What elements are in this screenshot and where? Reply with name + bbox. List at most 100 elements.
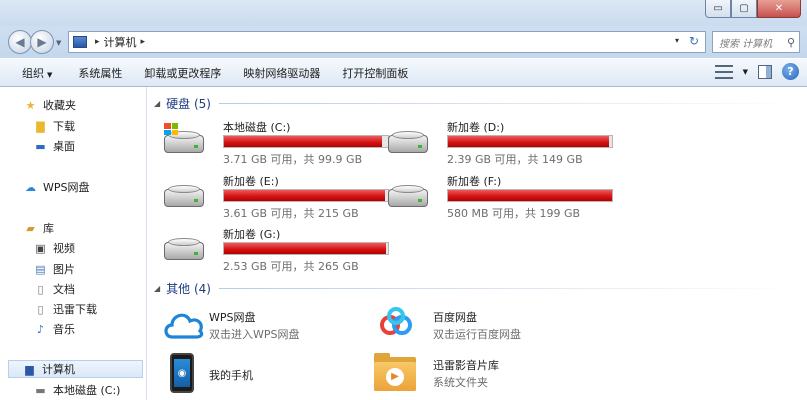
drive-usage-bar	[447, 189, 613, 202]
search-placeholder: 搜索 计算机	[719, 38, 773, 50]
caret-down-icon: ▼	[47, 70, 53, 79]
sidebar-item-wps[interactable]: ☁ WPS网盘	[24, 179, 90, 195]
drive-item[interactable]: 新加卷 (D:) 2.39 GB 可用，共 149 GB	[386, 119, 613, 166]
sidebar-item-local-disk-c[interactable]: ▬ 本地磁盘 (C:)	[34, 382, 120, 398]
sidebar-item-computer[interactable]: ▆ 计算机	[8, 360, 143, 378]
sidebar-item-libraries[interactable]: ▰ 库	[24, 220, 54, 236]
search-input[interactable]: 搜索 计算机 ⚲	[712, 31, 800, 53]
sidebar-item-documents[interactable]: ▯ 文档	[34, 281, 75, 297]
change-view-icon[interactable]	[714, 64, 733, 79]
star-icon: ★	[25, 98, 36, 112]
drive-usage-bar	[223, 189, 389, 202]
refresh-icon[interactable]: ↻	[689, 34, 699, 48]
breadcrumb-arrow[interactable]: ▸	[95, 37, 100, 47]
drive-name: 新加卷 (G:)	[223, 228, 281, 241]
drive-usage-fill	[224, 190, 386, 201]
sidebar-item-label: 收藏夹	[43, 99, 76, 112]
sidebar-item-label: 文档	[53, 283, 75, 296]
search-icon[interactable]: ⚲	[787, 36, 795, 49]
document-icon: ▯	[37, 302, 44, 316]
close-button[interactable]: ✕	[757, 0, 801, 18]
system-properties-button[interactable]: 系统属性	[78, 65, 130, 81]
breadcrumb-arrow[interactable]: ▸	[141, 37, 146, 47]
drive-item[interactable]: 新加卷 (F:) 580 MB 可用，共 199 GB	[386, 173, 613, 220]
picture-icon: ▤	[35, 262, 46, 276]
group-header-drives[interactable]: ◢ 硬盘 (5)	[154, 95, 802, 112]
hard-drive-icon	[162, 238, 204, 260]
back-button[interactable]: ◀	[8, 30, 32, 54]
window-controls: ▭ ▢ ✕	[705, 0, 801, 18]
document-icon: ▯	[37, 282, 44, 296]
drive-usage-fill	[224, 136, 382, 147]
open-control-panel-button[interactable]: 打开控制面板	[342, 65, 416, 81]
hard-drive-icon	[386, 185, 428, 207]
library-icon: ▰	[26, 221, 35, 235]
drive-usage-bar	[223, 135, 389, 148]
desktop-icon: ▬	[35, 139, 46, 153]
drive-item[interactable]: 新加卷 (G:) 2.53 GB 可用，共 265 GB	[162, 226, 389, 273]
music-icon: ♪	[36, 322, 45, 336]
sidebar-item-pictures[interactable]: ▤ 图片	[34, 261, 75, 277]
drive-name: 新加卷 (D:)	[447, 121, 505, 134]
other-item-baidu[interactable]: 百度网盘 双击运行百度网盘	[372, 307, 592, 353]
help-icon[interactable]: ?	[782, 63, 799, 80]
drive-name: 本地磁盘 (C:)	[223, 121, 291, 134]
drive-name: 新加卷 (F:)	[447, 175, 502, 188]
drive-usage-bar	[223, 242, 389, 255]
drive-free-space: 2.39 GB 可用，共 149 GB	[447, 153, 583, 166]
sidebar-item-downloads[interactable]: ▇ 下载	[34, 118, 75, 134]
toolbar-right: ▼ ?	[714, 63, 799, 80]
group-title: 其他 (4)	[166, 282, 211, 296]
baidu-netdisk-icon	[380, 307, 412, 335]
minimize-button[interactable]: ▭	[705, 0, 731, 18]
address-dropdown-icon[interactable]: ▾	[675, 36, 679, 45]
wps-cloud-icon	[164, 313, 204, 339]
arrow-left-icon: ◀	[15, 35, 25, 49]
sidebar-item-music[interactable]: ♪ 音乐	[34, 321, 75, 337]
forward-button[interactable]: ▶	[30, 30, 54, 54]
title-bar: ▭ ▢ ✕	[0, 0, 807, 26]
collapse-triangle-icon: ◢	[154, 99, 161, 108]
sidebar-item-label: 下载	[53, 120, 75, 133]
uninstall-program-button[interactable]: 卸载或更改程序	[144, 65, 229, 81]
other-item-description: 双击运行百度网盘	[433, 328, 521, 341]
address-bar[interactable]: ▸ 计算机 ▸ ▾ ↻	[68, 31, 706, 53]
other-item-my-phone[interactable]: ◉ 我的手机	[148, 353, 368, 400]
drive-name: 新加卷 (E:)	[223, 175, 279, 188]
sidebar-item-label: 桌面	[53, 140, 75, 153]
computer-icon	[73, 36, 87, 48]
preview-pane-icon[interactable]	[758, 64, 772, 79]
arrow-right-icon: ▶	[37, 35, 47, 49]
hard-drive-icon	[162, 185, 204, 207]
sidebar-item-videos[interactable]: ▣ 视频	[34, 240, 75, 256]
hard-drive-icon	[162, 123, 204, 153]
view-dropdown-icon[interactable]: ▼	[743, 68, 748, 76]
recent-pages-dropdown[interactable]: ▼	[56, 39, 61, 47]
other-item-thunder-video[interactable]: ▶ 迅雷影音片库 系统文件夹	[372, 353, 592, 400]
drive-item[interactable]: 新加卷 (E:) 3.61 GB 可用，共 215 GB	[162, 173, 389, 220]
sidebar-item-favorites[interactable]: ★ 收藏夹	[24, 97, 76, 113]
sidebar-item-label: 迅雷下载	[53, 303, 97, 316]
other-item-name: 百度网盘	[433, 311, 477, 324]
other-item-name: 我的手机	[209, 369, 253, 382]
navigation-bar: ◀ ▶ ▼ ▸ 计算机 ▸ ▾ ↻ 搜索 计算机 ⚲	[0, 26, 807, 58]
drive-usage-bar	[447, 135, 613, 148]
other-item-name: WPS网盘	[209, 311, 256, 324]
map-network-drive-button[interactable]: 映射网络驱动器	[243, 65, 328, 81]
sidebar-item-thunder-downloads[interactable]: ▯ 迅雷下载	[34, 301, 97, 317]
group-divider	[218, 103, 802, 104]
organize-button[interactable]: 组织 ▼	[22, 65, 60, 81]
navigation-pane: ★ 收藏夹 ▇ 下载 ▬ 桌面 ☁ WPS网盘 ▰ 库 ▣ 视频 ▤ 图片 ▯ 文档 ▯ 迅雷下载…	[0, 87, 147, 400]
other-item-name: 迅雷影音片库	[433, 359, 499, 372]
breadcrumb-computer[interactable]: 计算机	[104, 34, 137, 50]
drive-free-space: 3.61 GB 可用，共 215 GB	[223, 207, 359, 220]
sidebar-item-label: 计算机	[42, 363, 75, 376]
drive-usage-fill	[448, 136, 610, 147]
other-item-description: 系统文件夹	[433, 376, 488, 389]
sidebar-item-desktop[interactable]: ▬ 桌面	[34, 138, 75, 154]
group-header-other[interactable]: ◢ 其他 (4)	[154, 280, 802, 297]
other-item-wps[interactable]: WPS网盘 双击进入WPS网盘	[148, 309, 368, 353]
maximize-button[interactable]: ▢	[731, 0, 757, 18]
drive-item[interactable]: 本地磁盘 (C:) 3.71 GB 可用，共 99.9 GB	[162, 119, 389, 166]
collapse-triangle-icon: ◢	[154, 284, 161, 293]
